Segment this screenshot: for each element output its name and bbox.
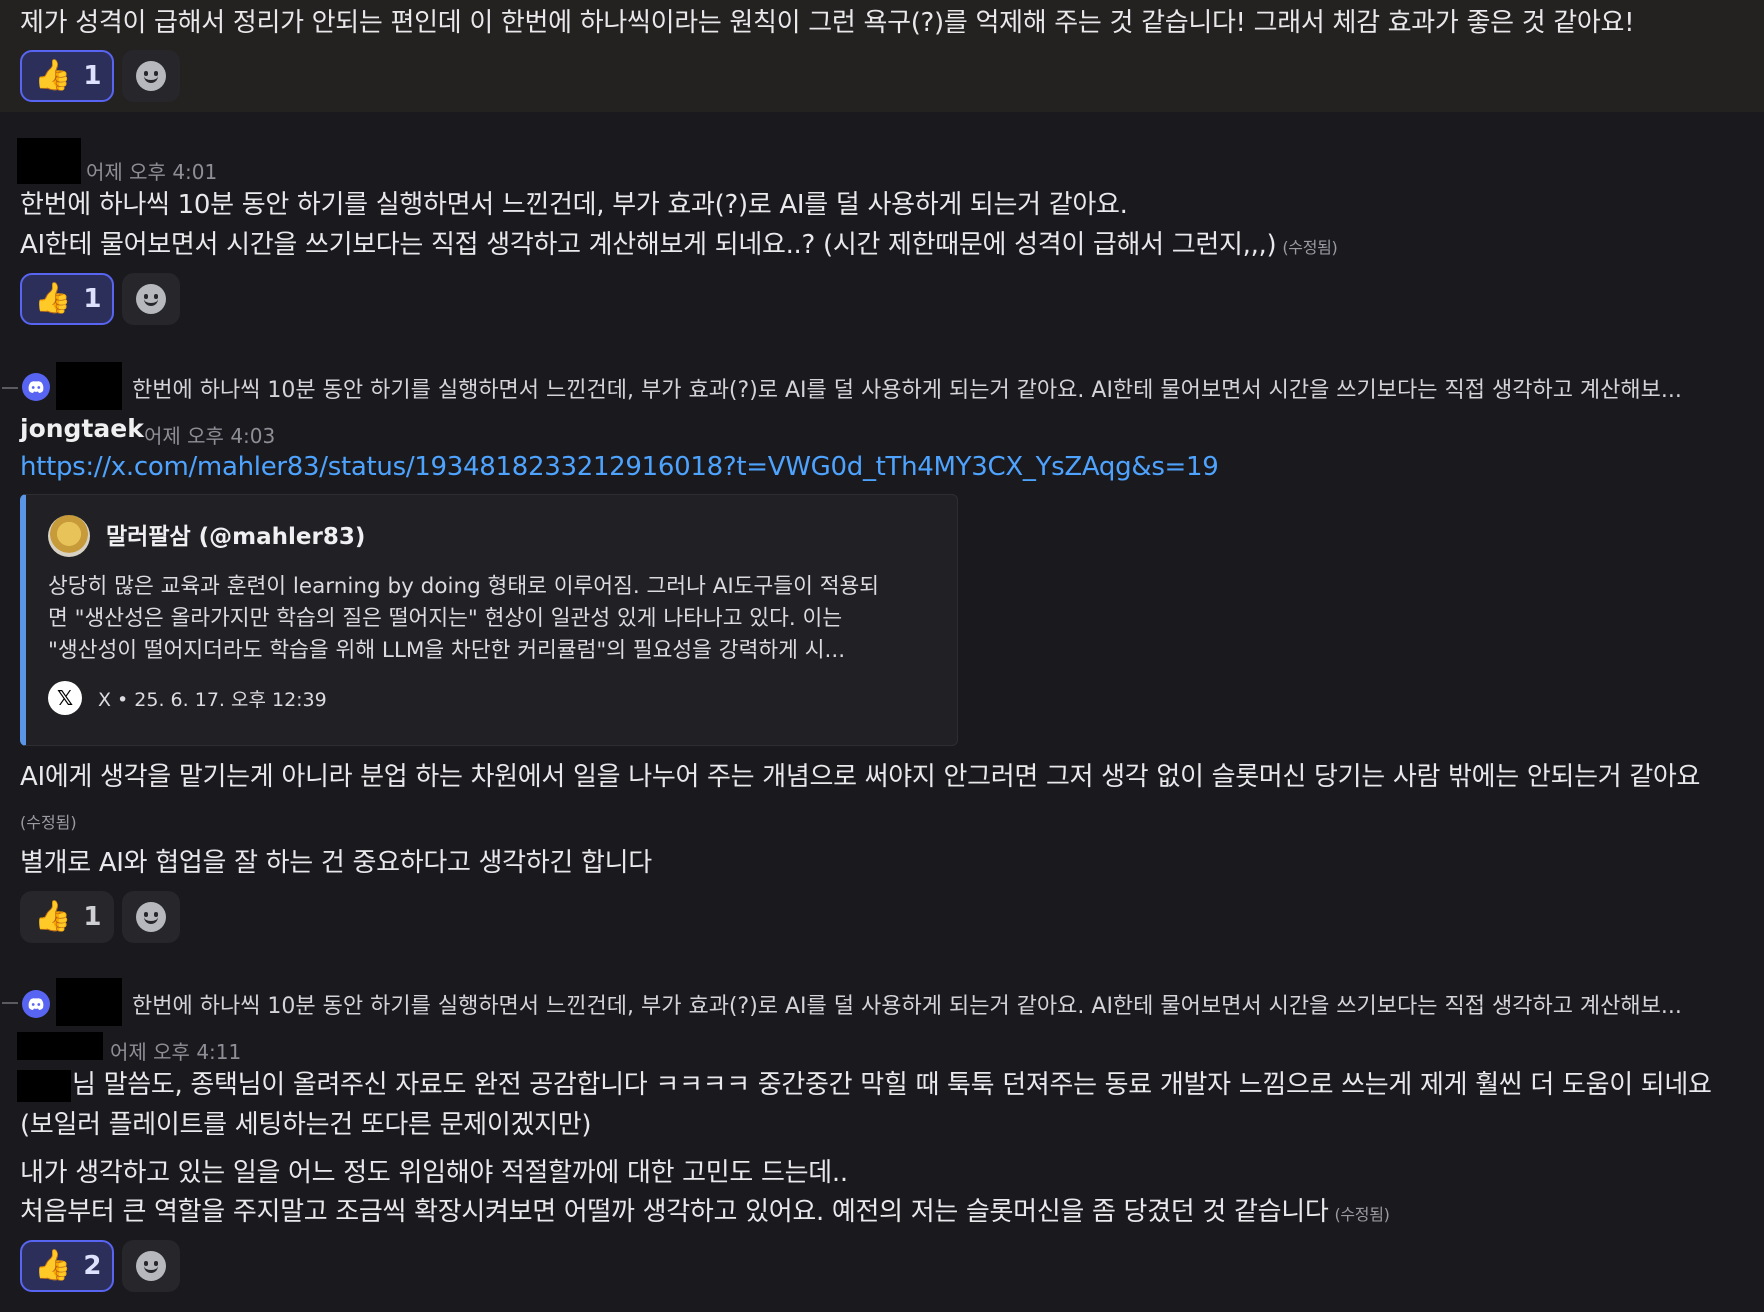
embed-description-line: 상당히 많은 교육과 훈련이 learning by doing 형태로 이루어… [48, 574, 880, 599]
embed-footer: X • 25. 6. 17. 오후 12:39 [98, 689, 327, 711]
reply-preview[interactable]: 한번에 하나씩 10분 동안 하기를 실행하면서 느낀건데, 부가 효과(?)로… [132, 988, 1752, 1020]
add-reaction-button[interactable] [122, 1240, 180, 1292]
thumbs-up-icon: 👍 [34, 281, 72, 316]
message-text: 내가 생각하고 있는 일을 어느 정도 위임해야 적절할까에 대한 고민도 드는… [20, 1158, 848, 1188]
thumbs-up-icon: 👍 [34, 899, 72, 934]
thumbs-up-reaction[interactable]: 👍 1 [20, 50, 114, 102]
edited-label: (수정됨) [1334, 1205, 1390, 1224]
reaction-count: 1 [83, 902, 102, 932]
reaction-count: 1 [83, 61, 102, 91]
discord-icon [22, 990, 50, 1018]
add-reaction-button[interactable] [122, 891, 180, 943]
embed-description-line: "생산성이 떨어지더라도 학습을 위해 LLM을 차단한 커리큘럼"의 필요성을… [48, 638, 846, 663]
message-text: 님 말씀도, 종택님이 올려주신 자료도 완전 공감합니다 ㅋㅋㅋㅋ 중간중간 … [72, 1070, 1712, 1100]
message-text: 처음부터 큰 역할을 주지말고 조금씩 확장시켜보면 어떨까 생각하고 있어요.… [20, 1193, 1390, 1234]
thumbs-up-icon: 👍 [34, 58, 72, 93]
reaction-count: 2 [83, 1251, 102, 1281]
message-text-line: 처음부터 큰 역할을 주지말고 조금씩 확장시켜보면 어떨까 생각하고 있어요.… [20, 1197, 1329, 1227]
smile-plus-icon [136, 61, 166, 91]
reply-connector [2, 1002, 18, 1004]
redacted-username [17, 1032, 103, 1060]
add-reaction-button[interactable] [122, 50, 180, 102]
thumbs-up-reaction[interactable]: 👍 1 [20, 273, 114, 325]
thumbs-up-icon: 👍 [34, 1248, 72, 1283]
thumbs-up-reaction[interactable]: 👍 2 [20, 1240, 114, 1292]
message-text: (보일러 플레이트를 세팅하는건 또다른 문제이겠지만) [20, 1110, 592, 1140]
redacted-mention [17, 1070, 71, 1102]
thumbs-up-reaction[interactable]: 👍 1 [20, 891, 114, 943]
add-reaction-button[interactable] [122, 273, 180, 325]
smile-plus-icon [136, 1251, 166, 1281]
message-timestamp: 어제 오후 4:03 [144, 424, 276, 448]
message-text: AI에게 생각을 맡기는게 아니라 분업 하는 차원에서 일을 나누어 주는 개… [20, 762, 1701, 792]
reply-connector [2, 387, 18, 389]
reaction-count: 1 [83, 284, 102, 314]
smile-plus-icon [136, 284, 166, 314]
message-timestamp: 어제 오후 4:11 [110, 1040, 242, 1064]
embed-description-line: 면 "생산성은 올라가지만 학습의 질은 떨어지는" 현상이 일관성 있게 나타… [48, 606, 843, 631]
message-timestamp: 어제 오후 4:01 [86, 160, 218, 184]
message-text: 한번에 하나씩 10분 동안 하기를 실행하면서 느낀건데, 부가 효과(?)로… [20, 190, 1128, 220]
redacted-username [17, 138, 81, 184]
redacted-avatar [56, 362, 122, 410]
message-text-line: AI한테 물어보면서 시간을 쓰기보다는 직접 생각하고 계산해보게 되네요..… [20, 230, 1277, 260]
edited-label: (수정됨) [20, 813, 77, 832]
embed-description: 상당히 많은 교육과 훈련이 learning by doing 형태로 이루어… [48, 571, 928, 667]
embed-author-avatar [48, 515, 90, 557]
smile-plus-icon [136, 902, 166, 932]
tweet-link[interactable]: https://x.com/mahler83/status/1934818233… [20, 452, 1219, 482]
message-text: 별개로 AI와 협업을 잘 하는 건 중요하다고 생각하긴 합니다 [20, 848, 652, 878]
link-embed[interactable]: 말러팔삼 (@mahler83) 상당히 많은 교육과 훈련이 learning… [20, 494, 958, 746]
message-text: AI한테 물어보면서 시간을 쓰기보다는 직접 생각하고 계산해보게 되네요..… [20, 226, 1338, 267]
reply-preview[interactable]: 한번에 하나씩 10분 동안 하기를 실행하면서 느낀건데, 부가 효과(?)로… [132, 372, 1752, 404]
discord-icon [22, 373, 50, 401]
redacted-avatar [56, 978, 122, 1026]
x-logo-icon: 𝕏 [48, 681, 82, 715]
message-text: 제가 성격이 급해서 정리가 안되는 편인데 이 한번에 하나씩이라는 원칙이 … [20, 8, 1635, 38]
edited-label: (수정됨) [1282, 238, 1338, 257]
embed-author[interactable]: 말러팔삼 (@mahler83) [106, 517, 365, 551]
username[interactable]: jongtaek [20, 414, 144, 443]
